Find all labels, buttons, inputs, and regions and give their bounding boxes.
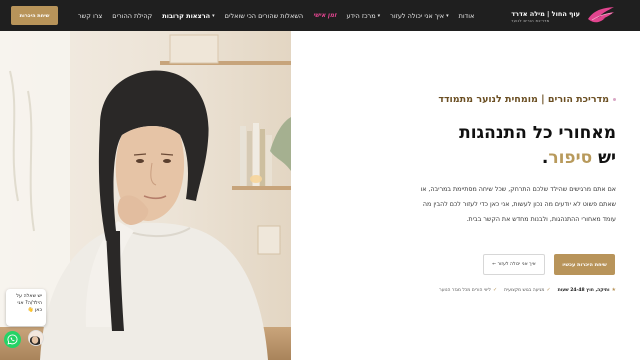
hero-section: מדריכת הורים | מומחית לנוער מתמודד מאחור… xyxy=(291,31,640,360)
check-icon: ✓ xyxy=(546,287,551,293)
headline-line-1: מאחורי כל התנהגות xyxy=(459,123,616,143)
feature-list: ★ ותיקה, חוץ 24-48 שעות ✓ מגיעה בגוש מקצועי… xyxy=(439,287,616,293)
hero-eyebrow: מדריכת הורים | מומחית לנוער מתמודד xyxy=(438,94,616,105)
chat-bubble[interactable]: יש שאלה על הילד/ה? אני כאן 👋 xyxy=(6,289,46,326)
logo[interactable]: עוף החול | מילה אדרד מדריכת הורים לנוער xyxy=(511,5,616,27)
intro-call-now-button[interactable]: שיחת היכרות עכשיו xyxy=(554,254,615,275)
avatar-face-icon xyxy=(29,331,43,345)
hero-headline: מאחורי כל התנהגות יש סיפור. xyxy=(459,121,616,171)
whatsapp-button[interactable] xyxy=(4,331,21,348)
headline-accent-word: סיפור xyxy=(548,148,593,168)
whatsapp-icon xyxy=(7,334,18,345)
feature-text: ותיקה, חוץ 24-48 שעות xyxy=(557,287,610,293)
nav-item-7[interactable]: אודות xyxy=(459,12,475,20)
how-i-can-help-label: איך אני יכולה לעזור ← xyxy=(492,262,536,267)
bullet-dot-icon xyxy=(613,98,616,101)
chevron-down-icon: ▾ xyxy=(212,12,215,19)
chat-bubble-text: יש שאלה על הילד/ה? אני כאן 👋 xyxy=(16,294,42,313)
phoenix-logo-icon xyxy=(588,7,614,23)
nav-menu: צרו קשר קהילת ההורים הרצאות קרובות ▾ השאלות … xyxy=(78,0,474,31)
feature-text: מגיעה בגוש מקצועית xyxy=(504,287,545,293)
star-icon: ★ xyxy=(611,287,616,293)
nav-item-0[interactable]: צרו קשר xyxy=(78,12,102,20)
feature-item: ✓ ליווי הורים מכל מגזר הנוער xyxy=(439,287,497,293)
avatar[interactable] xyxy=(28,330,44,346)
intro-call-button[interactable]: שיחת היכרות xyxy=(11,6,58,25)
feature-item: ✓ מגיעה בגוש מקצועית xyxy=(504,287,551,293)
logo-subtitle: מדריכת הורים לנוער xyxy=(511,18,550,23)
nav-item-1[interactable]: קהילת ההורים xyxy=(112,12,152,20)
nav-item-3[interactable]: השאלות שהורים הכי שואלים xyxy=(225,12,304,20)
top-nav: שיחת היכרות צרו קשר קהילת ההורים הרצאות קר… xyxy=(0,0,640,31)
feature-item: ★ ותיקה, חוץ 24-48 שעות xyxy=(558,287,616,293)
headline-line-2-plain: יש xyxy=(598,148,616,168)
nav-item-4[interactable]: זמן אישי xyxy=(313,12,336,19)
chevron-down-icon: ▾ xyxy=(377,12,381,19)
chevron-down-icon: ▾ xyxy=(446,12,449,19)
headline-line-2: יש סיפור. xyxy=(459,146,616,171)
hero-body-text: אם אתם מרגישים שהילד שלכם התרחק, שכל שיח… xyxy=(420,186,616,223)
nav-item-6[interactable]: איך אני יכולה לעזור xyxy=(390,12,444,20)
eyebrow-text: מדריכת הורים | מומחית לנוער מתמודד xyxy=(438,94,609,105)
check-icon: ✓ xyxy=(492,287,498,293)
nav-item-2[interactable]: הרצאות קרובות xyxy=(162,12,210,20)
feature-text: ליווי הורים מכל מגזר הנוער xyxy=(439,287,491,293)
how-i-can-help-button[interactable]: איך אני יכולה לעזור ← xyxy=(483,254,545,275)
logo-title: עוף החול | מילה אדרד xyxy=(511,9,580,18)
nav-item-5[interactable]: מרכז הידע xyxy=(346,12,375,20)
